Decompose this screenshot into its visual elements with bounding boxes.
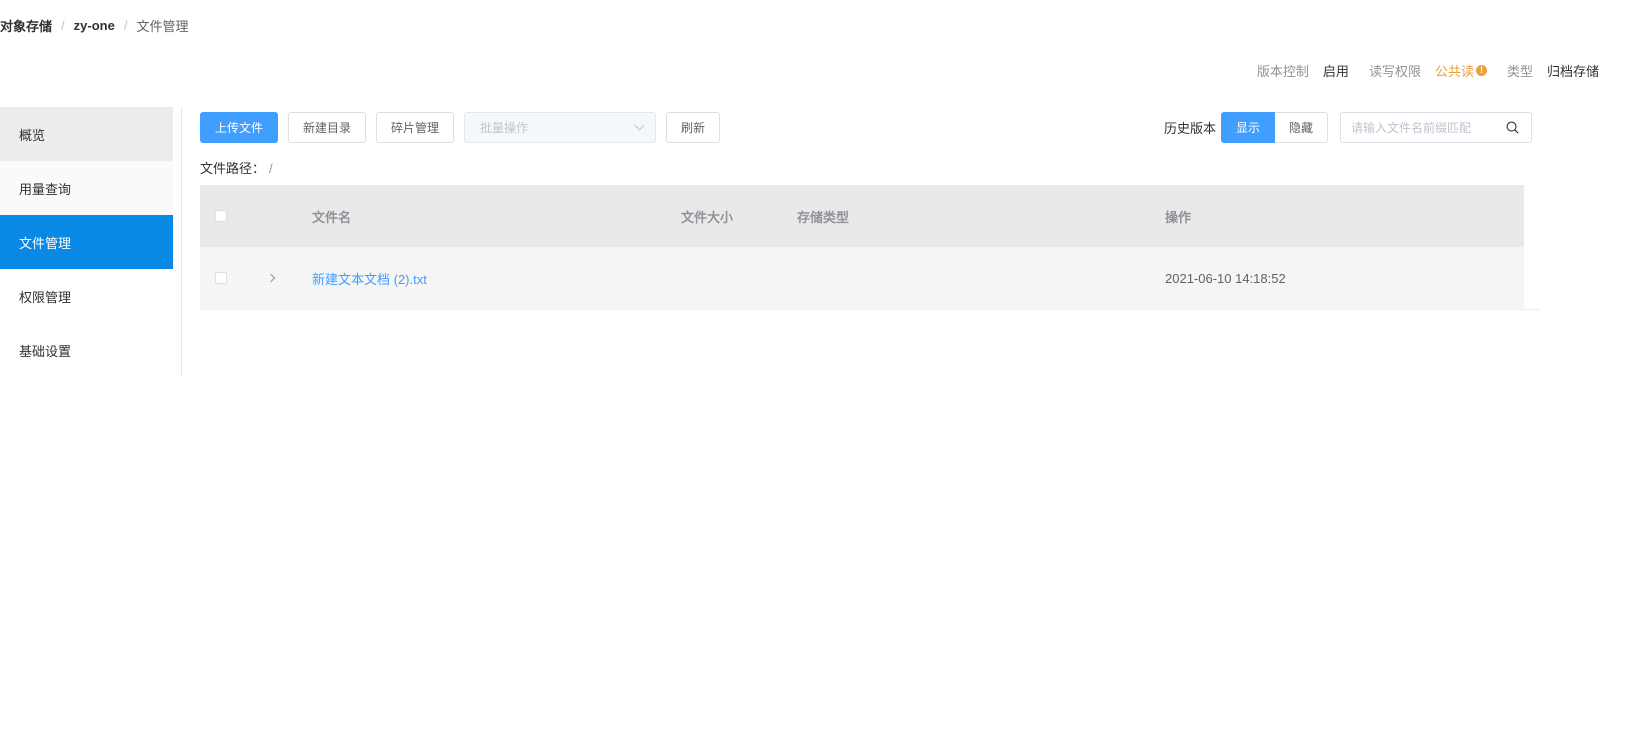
breadcrumb-separator: /: [123, 18, 128, 33]
warning-icon[interactable]: !: [1475, 65, 1487, 76]
sidebar: 概览 用量查询 文件管理 权限管理 基础设置: [0, 107, 182, 377]
table-header: 文件名 文件大小 存储类型 操作: [200, 185, 1524, 247]
refresh-button[interactable]: 刷新: [666, 112, 721, 143]
chevron-down-icon: [634, 120, 645, 131]
sidebar-item-label: 概览: [19, 127, 46, 143]
search-icon[interactable]: [1506, 121, 1519, 134]
table-row-divider: [200, 309, 1540, 310]
rw-permission-text: 公共读: [1434, 64, 1474, 79]
fragment-management-button[interactable]: 碎片管理: [376, 112, 455, 143]
sidebar-item-label: 文件管理: [19, 235, 72, 251]
column-header-action: 操作: [1165, 209, 1192, 225]
breadcrumb-object-storage[interactable]: 对象存储: [0, 16, 52, 35]
table-row: 新建文本文档 (2).txt 2021-06-10 14:18:52: [200, 247, 1524, 309]
column-header-storage: 存储类型: [797, 209, 850, 225]
sidebar-item-settings[interactable]: 基础设置: [0, 323, 173, 377]
file-path-value[interactable]: /: [269, 161, 273, 176]
history-version-label: 历史版本: [1164, 121, 1217, 136]
chevron-right-icon[interactable]: [266, 273, 276, 283]
search-box: [1340, 112, 1532, 143]
file-path-label: 文件路径：: [200, 161, 266, 176]
history-hide-button[interactable]: 隐藏: [1275, 112, 1329, 143]
sidebar-item-label: 权限管理: [19, 289, 72, 305]
version-control-value: 启用: [1322, 64, 1349, 79]
history-segmented-control: 显示 隐藏: [1221, 112, 1329, 143]
sidebar-item-usage[interactable]: 用量查询: [0, 161, 173, 215]
batch-operation-placeholder: 批量操作: [480, 121, 529, 135]
storage-type-label: 类型: [1506, 64, 1533, 79]
breadcrumb: 对象存储 / zy-one / 文件管理: [0, 16, 188, 35]
search-input[interactable]: [1351, 120, 1501, 135]
file-table: 文件名 文件大小 存储类型 操作 新建文本文档 (2).txt 2021-06-…: [200, 185, 1524, 309]
bucket-info-bar: 版本控制 启用 读写权限 公共读 ! 类型 归档存储: [1257, 61, 1599, 80]
file-name-link[interactable]: 新建文本文档 (2).txt: [312, 269, 427, 288]
file-path: 文件路径： /: [200, 158, 273, 177]
breadcrumb-separator: /: [61, 18, 65, 33]
storage-type-value: 归档存储: [1546, 64, 1599, 79]
upload-file-button[interactable]: 上传文件: [200, 112, 279, 143]
column-header-size: 文件大小: [681, 209, 734, 225]
toolbar: 上传文件 新建目录 碎片管理 批量操作 刷新: [200, 112, 730, 143]
rw-permission-value: 公共读 !: [1435, 61, 1487, 80]
history-version-toggle: 历史版本 显示 隐藏: [1164, 112, 1329, 143]
breadcrumb-current: 文件管理: [136, 19, 189, 34]
sidebar-item-label: 用量查询: [19, 181, 72, 197]
breadcrumb-bucket[interactable]: zy-one: [74, 18, 115, 33]
row-checkbox[interactable]: [215, 272, 227, 284]
sidebar-item-file-management[interactable]: 文件管理: [0, 215, 173, 269]
file-time-cell: 2021-06-10 14:18:52: [1165, 270, 1286, 286]
sidebar-item-overview[interactable]: 概览: [0, 107, 173, 161]
version-control-label: 版本控制: [1256, 64, 1309, 79]
sidebar-item-label: 基础设置: [19, 343, 72, 359]
sidebar-item-permissions[interactable]: 权限管理: [0, 269, 173, 323]
history-show-button[interactable]: 显示: [1221, 112, 1276, 143]
batch-operation-select[interactable]: 批量操作: [464, 112, 657, 143]
rw-permission-label: 读写权限: [1368, 64, 1421, 79]
new-directory-button[interactable]: 新建目录: [288, 112, 367, 143]
select-all-checkbox[interactable]: [215, 210, 227, 222]
column-header-name: 文件名: [312, 209, 352, 225]
